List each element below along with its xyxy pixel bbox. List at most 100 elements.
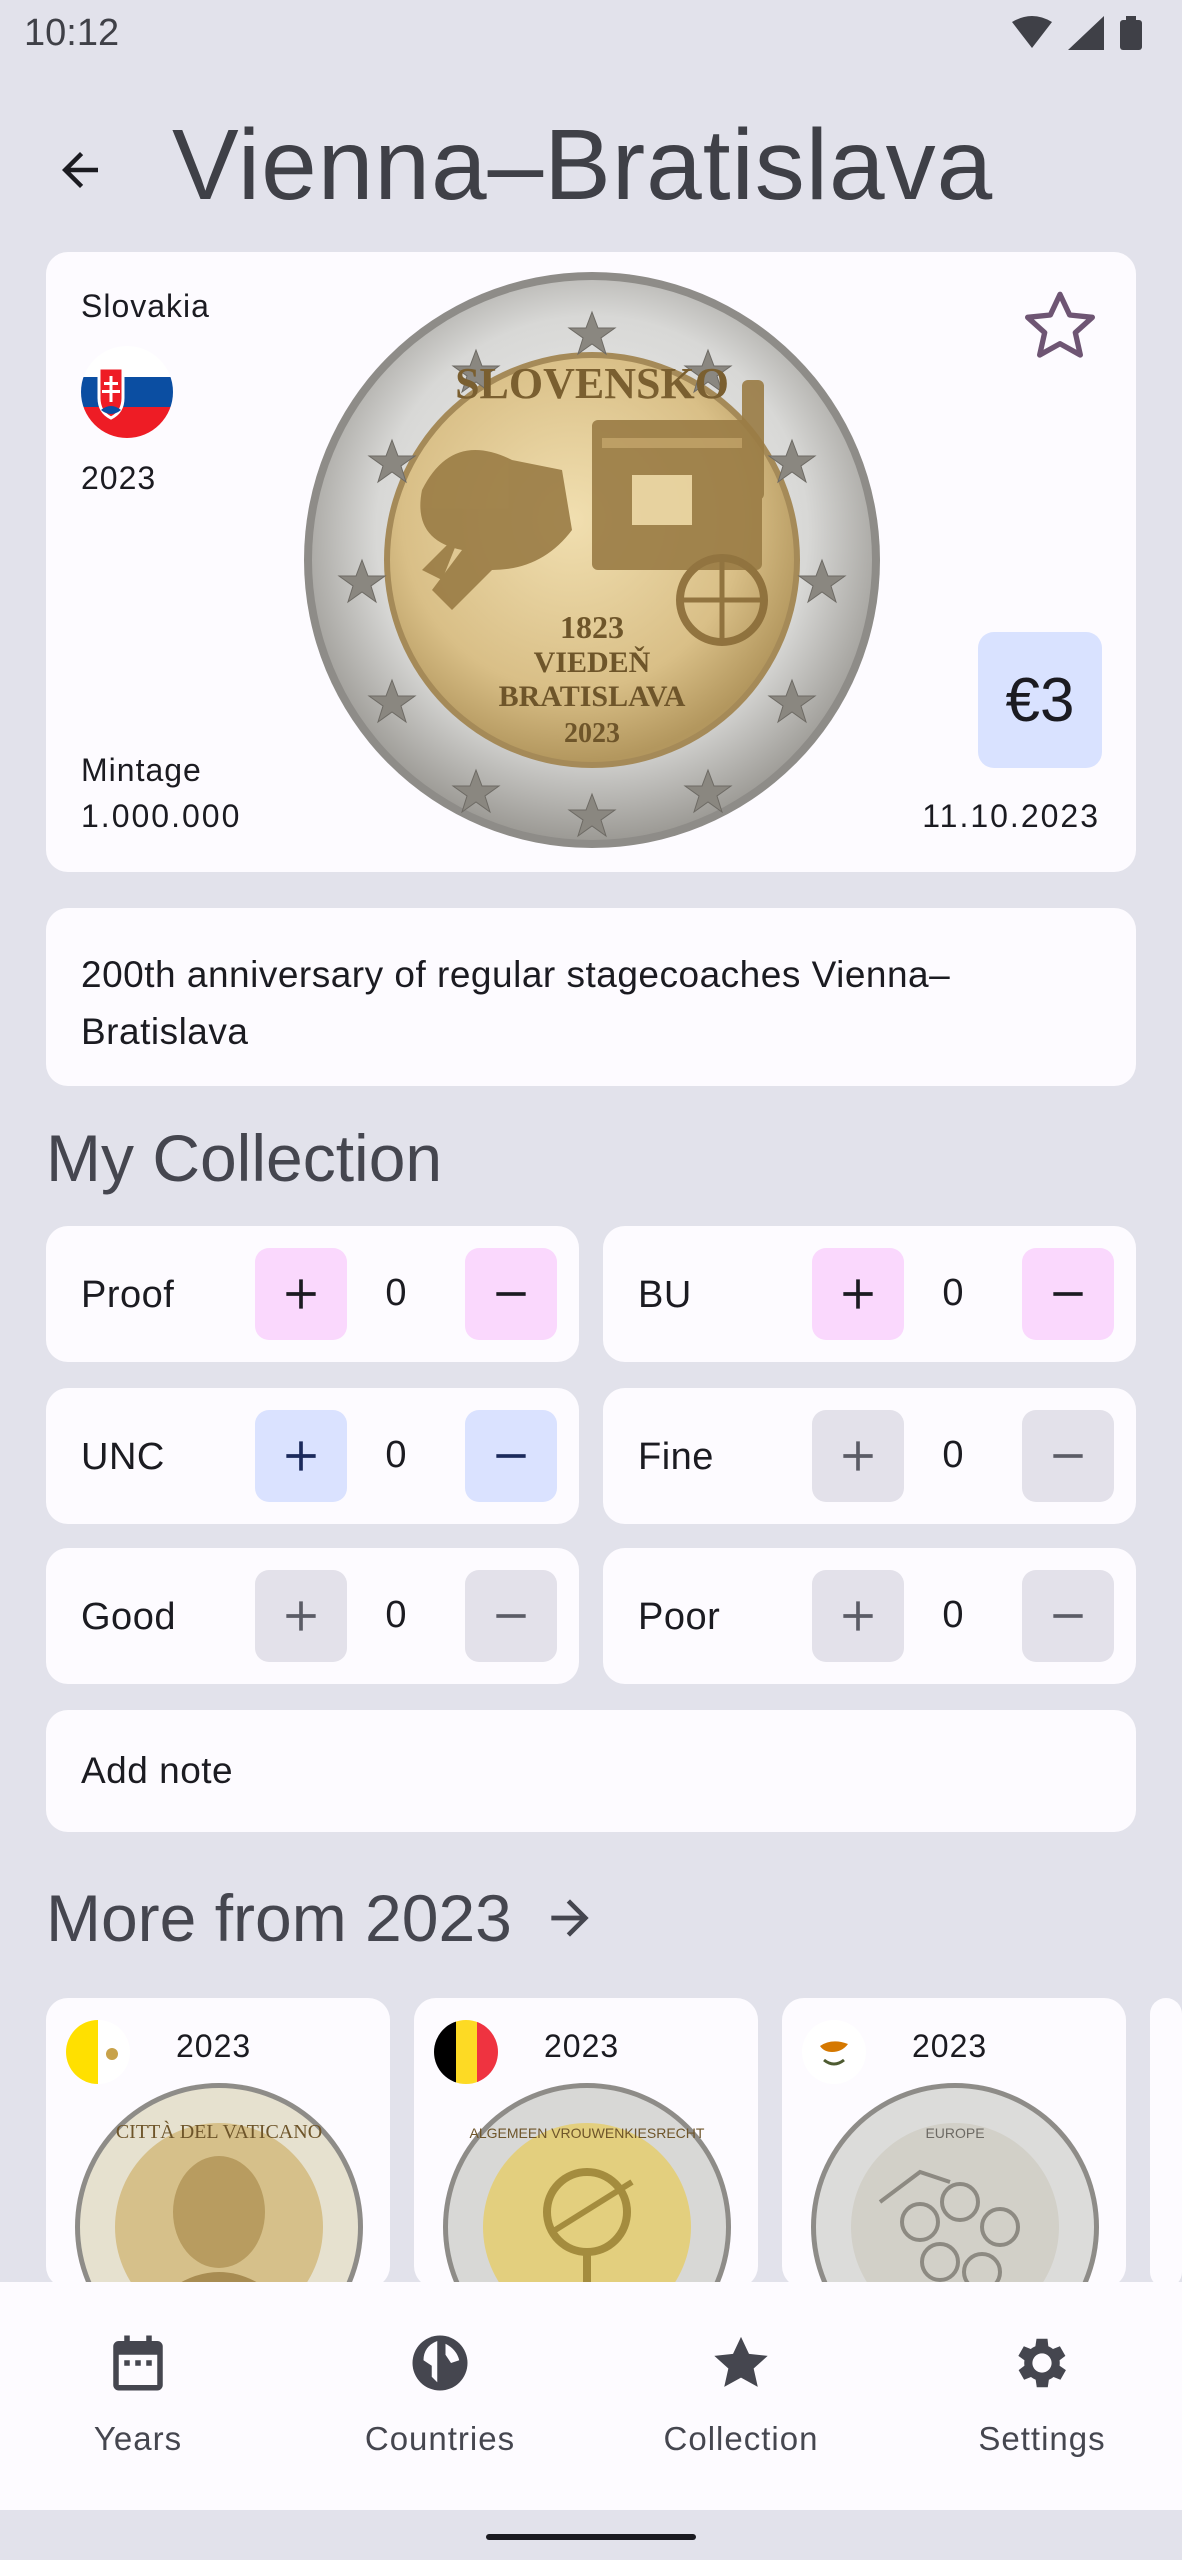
mini-coin-inscription: ALGEMEEN VROUWENKIESRECHT <box>470 2125 705 2141</box>
belgium-flag-icon <box>434 2020 498 2084</box>
page-title: Vienna–Bratislava <box>172 109 994 221</box>
nav-label: Settings <box>978 2420 1106 2457</box>
coin-inscription-1823: 1823 <box>560 609 624 645</box>
decrement-button[interactable] <box>1022 1410 1114 1502</box>
country-label: Slovakia <box>81 288 210 324</box>
nav-label: Countries <box>364 2420 516 2457</box>
back-button[interactable] <box>40 130 120 210</box>
status-time: 10:12 <box>24 12 120 54</box>
issue-date: 11.10.2023 <box>922 798 1100 834</box>
counter-good: Good 0 <box>46 1548 579 1684</box>
coin-inscription-vieden: VIEDEŇ <box>534 646 651 679</box>
status-bar: 10:12 <box>0 0 1182 70</box>
star-icon <box>714 2336 768 2387</box>
counter-bu: BU 0 <box>603 1226 1136 1362</box>
mini-coin-inscription: EUROPE <box>925 2125 984 2141</box>
favorite-button[interactable] <box>1020 286 1100 366</box>
vatican-flag-icon <box>66 2020 130 2084</box>
nav-countries[interactable]: Countries <box>310 2330 570 2480</box>
increment-button[interactable] <box>812 1570 904 1662</box>
nav-label: Collection <box>663 2420 819 2457</box>
mini-coin-year: 2023 <box>912 2028 988 2064</box>
status-icons <box>1012 16 1142 50</box>
mini-coin-card-partial[interactable] <box>1150 1998 1182 2288</box>
minus-icon <box>1053 1614 1083 1618</box>
more-from-year-link[interactable]: More from 2023 <box>46 1880 598 1956</box>
counter-value: 0 <box>942 1434 964 1476</box>
mini-coin-image: EUROPE <box>811 2083 1099 2288</box>
counter-proof: Proof 0 <box>46 1226 579 1362</box>
mintage-value: 1.000.000 <box>81 798 242 834</box>
calendar-icon <box>113 2335 163 2391</box>
add-note-field[interactable]: Add note <box>46 1710 1136 1832</box>
counter-poor: Poor 0 <box>603 1548 1136 1684</box>
nav-settings[interactable]: Settings <box>912 2330 1172 2480</box>
mini-coin-image: CITTÀ DEL VATICANO <box>75 2083 363 2288</box>
mini-coin-image: ALGEMEEN VROUWENKIESRECHT <box>443 2083 731 2288</box>
minus-icon <box>496 1454 526 1458</box>
plus-icon <box>286 1441 316 1471</box>
value-badge: €3 <box>978 632 1102 768</box>
mini-coin-year: 2023 <box>544 2028 620 2064</box>
counter-fine: Fine 0 <box>603 1388 1136 1524</box>
coin-inscription-bratislava: BRATISLAVA <box>499 680 686 713</box>
coin-image: SLOVENSKO 1823 VIEDEŇ BRATISLAVA 2023 <box>304 272 880 848</box>
plus-icon <box>286 1279 316 1309</box>
plus-icon <box>286 1601 316 1631</box>
minus-icon <box>496 1292 526 1296</box>
counter-value: 0 <box>942 1594 964 1636</box>
mini-coin-card[interactable]: 2023 CITTÀ DEL VATICANO <box>46 1998 390 2288</box>
mini-coin-inscription: CITTÀ DEL VATICANO <box>116 2120 322 2143</box>
counter-label: BU <box>638 1274 692 1316</box>
increment-button[interactable] <box>255 1570 347 1662</box>
gesture-bar[interactable] <box>486 2534 696 2540</box>
decrement-button[interactable] <box>465 1248 557 1340</box>
mintage-label: Mintage <box>81 752 202 788</box>
increment-button[interactable] <box>255 1410 347 1502</box>
decrement-button[interactable] <box>465 1570 557 1662</box>
arrow-back-icon <box>62 152 98 188</box>
bottom-navigation: Years Countries Collection Settings <box>0 2282 1182 2510</box>
minus-icon <box>496 1614 526 1618</box>
increment-button[interactable] <box>255 1248 347 1340</box>
counter-label: Good <box>81 1596 176 1638</box>
minus-icon <box>1053 1454 1083 1458</box>
decrement-button[interactable] <box>465 1410 557 1502</box>
signal-icon <box>1068 16 1104 50</box>
increment-button[interactable] <box>812 1410 904 1502</box>
counter-value: 0 <box>385 1272 407 1314</box>
add-note-label: Add note <box>81 1750 234 1791</box>
wifi-icon <box>1012 16 1052 48</box>
battery-icon <box>1120 16 1142 50</box>
counter-unc: UNC 0 <box>46 1388 579 1524</box>
coin-card: Slovakia 2023 Mintage 1.000.000 11.10.20… <box>46 252 1136 872</box>
mini-coin-year: 2023 <box>176 2028 252 2064</box>
counter-label: Fine <box>638 1436 714 1478</box>
coin-inscription-year: 2023 <box>564 718 620 749</box>
nav-collection[interactable]: Collection <box>611 2330 871 2480</box>
mini-coin-card[interactable]: 2023 EUROPE <box>782 1998 1126 2288</box>
globe-icon <box>412 2335 468 2391</box>
counter-label: Proof <box>81 1274 175 1316</box>
gear-icon <box>1018 2338 1066 2388</box>
plus-icon <box>843 1441 873 1471</box>
slovakia-flag-icon <box>81 346 173 438</box>
plus-icon <box>843 1601 873 1631</box>
decrement-button[interactable] <box>1022 1570 1114 1662</box>
nav-label: Years <box>93 2420 183 2457</box>
minus-icon <box>1053 1292 1083 1296</box>
coin-year: 2023 <box>81 460 157 496</box>
description-card: 200th anniversary of regular stagecoache… <box>46 908 1136 1086</box>
increment-button[interactable] <box>812 1248 904 1340</box>
cyprus-flag-icon <box>802 2020 866 2084</box>
counter-label: UNC <box>81 1436 165 1478</box>
counter-value: 0 <box>385 1594 407 1636</box>
more-title: More from 2023 <box>46 1881 512 1955</box>
nav-years[interactable]: Years <box>8 2330 268 2480</box>
counter-value: 0 <box>385 1434 407 1476</box>
coin-description: 200th anniversary of regular stagecoache… <box>81 954 951 1052</box>
mini-coin-card[interactable]: 2023 ALGEMEEN VROUWENKIESRECHT <box>414 1998 758 2288</box>
decrement-button[interactable] <box>1022 1248 1114 1340</box>
collection-title: My Collection <box>46 1121 443 1195</box>
star-outline-icon <box>1025 291 1095 358</box>
